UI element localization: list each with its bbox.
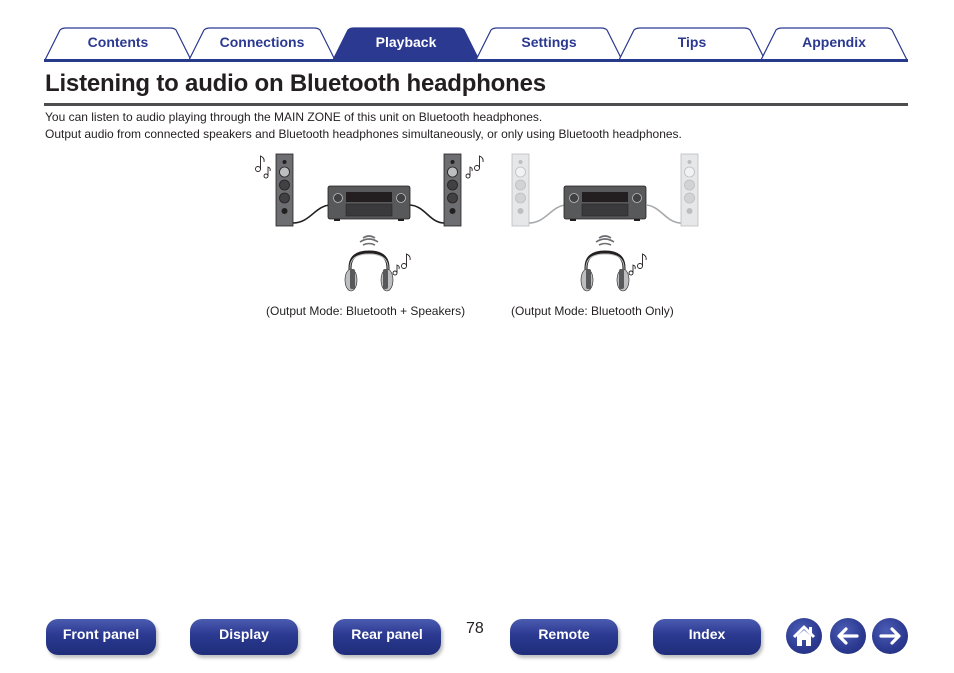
rear-panel-button[interactable]: Rear panel bbox=[333, 619, 441, 655]
music-notes-icon bbox=[392, 253, 411, 276]
headphones-icon bbox=[580, 250, 630, 292]
speaker-cable bbox=[528, 204, 567, 224]
headphones-icon bbox=[344, 250, 394, 292]
intro-paragraph: You can listen to audio playing through … bbox=[45, 110, 543, 124]
tab-label: Appendix bbox=[802, 34, 866, 50]
music-notes-icon bbox=[465, 155, 484, 179]
intro-paragraph: Output audio from connected speakers and… bbox=[45, 127, 682, 141]
left-speaker-icon bbox=[275, 153, 294, 227]
display-button[interactable]: Display bbox=[190, 619, 298, 655]
tab-label: Contents bbox=[87, 34, 149, 50]
home-icon bbox=[792, 625, 816, 646]
music-notes-icon bbox=[255, 155, 271, 179]
illustration-caption: (Output Mode: Bluetooth Only) bbox=[511, 304, 674, 318]
back-button[interactable] bbox=[830, 618, 866, 654]
tab-bar: Contents Connections Playback Settings T… bbox=[44, 27, 908, 63]
tab-label: Playback bbox=[375, 34, 437, 50]
illustration-bluetooth-only bbox=[511, 153, 699, 292]
left-speaker-icon bbox=[511, 153, 530, 227]
arrow-right-icon bbox=[879, 627, 901, 645]
arrow-left-icon bbox=[837, 627, 859, 645]
av-receiver-icon bbox=[563, 185, 647, 221]
speaker-cable bbox=[292, 204, 331, 224]
tab-label: Connections bbox=[219, 34, 305, 50]
front-panel-button[interactable]: Front panel bbox=[46, 619, 156, 655]
index-button[interactable]: Index bbox=[653, 619, 761, 655]
speaker-cable bbox=[645, 204, 682, 224]
title-divider bbox=[44, 103, 908, 106]
speaker-cable bbox=[409, 204, 445, 224]
illustration-bluetooth-speakers bbox=[255, 153, 484, 292]
music-notes-icon bbox=[628, 253, 647, 276]
page-title: Listening to audio on Bluetooth headphon… bbox=[45, 70, 546, 97]
tab-appendix[interactable]: Appendix bbox=[760, 27, 908, 61]
tab-connections[interactable]: Connections bbox=[188, 27, 336, 61]
bluetooth-signal-icon bbox=[595, 235, 615, 246]
tab-label: Tips bbox=[677, 34, 707, 50]
tab-contents[interactable]: Contents bbox=[44, 27, 192, 61]
illustration-caption: (Output Mode: Bluetooth + Speakers) bbox=[266, 304, 466, 318]
bluetooth-signal-icon bbox=[359, 235, 379, 246]
tab-settings[interactable]: Settings bbox=[475, 27, 623, 61]
remote-button[interactable]: Remote bbox=[510, 619, 618, 655]
tab-tips[interactable]: Tips bbox=[618, 27, 766, 61]
tab-label: Settings bbox=[521, 34, 577, 50]
home-button[interactable] bbox=[786, 618, 822, 654]
right-speaker-icon bbox=[680, 153, 699, 227]
page-number: 78 bbox=[466, 620, 484, 637]
tab-underline bbox=[44, 59, 908, 62]
av-receiver-icon bbox=[327, 185, 411, 221]
tab-playback[interactable]: Playback bbox=[332, 27, 480, 61]
forward-button[interactable] bbox=[872, 618, 908, 654]
right-speaker-icon bbox=[443, 153, 462, 227]
